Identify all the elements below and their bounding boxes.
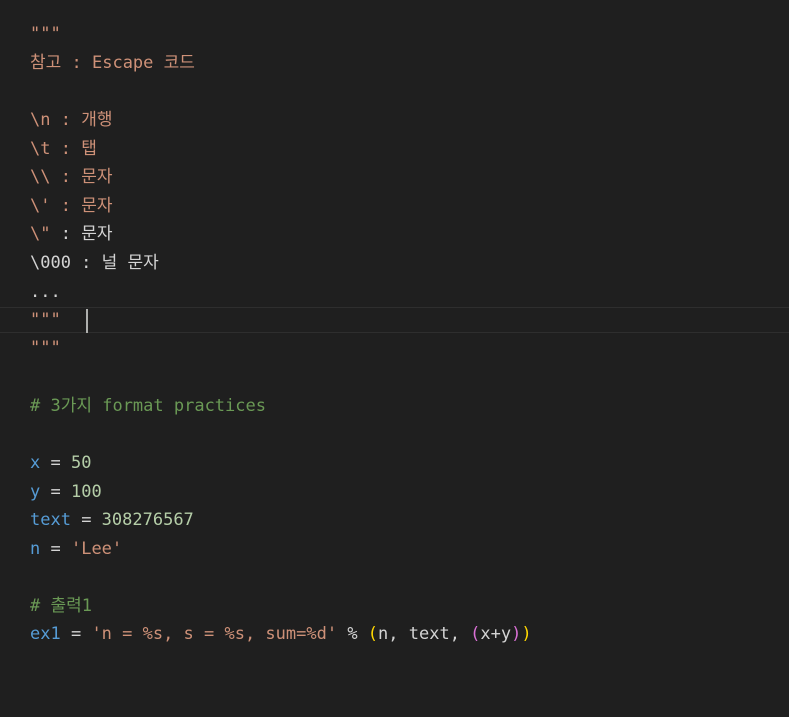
escape-double-quote-desc: : 문자 bbox=[50, 224, 113, 244]
paren-close-inner: ) bbox=[511, 624, 522, 644]
code-line-19: n = 'Lee' bbox=[30, 535, 122, 563]
var-n: n bbox=[30, 539, 41, 559]
code-line-7: \' : 문자 bbox=[30, 192, 112, 220]
assign-op: = bbox=[40, 539, 71, 559]
triple-quote-current: """ bbox=[30, 310, 61, 330]
code-line-5: \t : 탭 bbox=[30, 135, 97, 163]
code-line-2: 참고 : Escape 코드 bbox=[30, 49, 195, 77]
escape-backslash: \\ : bbox=[30, 167, 82, 187]
code-line-8: \" : 문자 bbox=[30, 220, 112, 248]
assign-op: = bbox=[60, 624, 92, 644]
var-ex1: ex1 bbox=[30, 624, 61, 644]
comment-output1: # 출력1 bbox=[30, 596, 92, 616]
assign-op: = bbox=[40, 453, 71, 473]
docstring-title: 참고 : Escape 코드 bbox=[30, 53, 195, 73]
format-args: n, text, bbox=[378, 624, 471, 644]
escape-n: \n : bbox=[30, 110, 82, 130]
code-line-18: text = 308276567 bbox=[30, 506, 194, 534]
percent-op: % bbox=[337, 624, 368, 644]
format-string: 'n = %s, s = %s, sum=%d' bbox=[91, 624, 338, 644]
var-text: text bbox=[30, 510, 71, 530]
paren-open-inner: ( bbox=[470, 624, 481, 644]
paren-open-outer: ( bbox=[367, 624, 379, 644]
comment-format-practices: # 3가지 format practices bbox=[30, 396, 266, 416]
escape-double-quote: \" bbox=[30, 224, 51, 244]
code-line-14: # 3가지 format practices bbox=[30, 392, 266, 420]
assign-op: = bbox=[70, 510, 102, 530]
triple-quote: """ bbox=[30, 338, 61, 358]
escape-single-quote: \' : bbox=[30, 196, 82, 216]
code-line-9: \000 : 널 문자 bbox=[30, 249, 159, 277]
code-line-4: \n : 개행 bbox=[30, 106, 112, 134]
code-line-11: """ bbox=[30, 306, 61, 334]
escape-n-desc: 개행 bbox=[81, 110, 113, 130]
paren-close-outer: ) bbox=[521, 624, 532, 644]
code-line-22: ex1 = 'n = %s, s = %s, sum=%d' % (n, tex… bbox=[30, 620, 532, 648]
current-line-highlight bbox=[0, 307, 789, 333]
value-text: 308276567 bbox=[101, 510, 194, 530]
escape-null: \000 : 널 문자 bbox=[30, 253, 159, 273]
text-cursor bbox=[86, 309, 88, 333]
code-line-17: y = 100 bbox=[30, 478, 102, 506]
escape-backslash-desc: 문자 bbox=[81, 167, 113, 187]
docstring-open: """ bbox=[30, 24, 61, 44]
sum-expression: x+y bbox=[480, 624, 512, 644]
code-line-6: \\ : 문자 bbox=[30, 163, 112, 191]
value-y: 100 bbox=[70, 482, 102, 502]
code-line-16: x = 50 bbox=[30, 449, 91, 477]
var-y: y bbox=[30, 482, 41, 502]
value-x: 50 bbox=[70, 453, 92, 473]
escape-t: \t : bbox=[30, 139, 82, 159]
escape-single-quote-desc: 문자 bbox=[81, 196, 113, 216]
assign-op: = bbox=[40, 482, 71, 502]
code-editor[interactable]: """ 참고 : Escape 코드 \n : 개행 \t : 탭 \\ : 문… bbox=[0, 0, 789, 717]
ellipsis: ... bbox=[30, 282, 61, 302]
code-line-1: """ bbox=[30, 20, 61, 48]
code-line-10: ... bbox=[30, 278, 61, 306]
escape-t-desc: 탭 bbox=[81, 139, 97, 159]
code-line-12: """ bbox=[30, 334, 61, 362]
var-x: x bbox=[30, 453, 41, 473]
code-line-21: # 출력1 bbox=[30, 592, 92, 620]
value-n: 'Lee' bbox=[70, 539, 123, 559]
